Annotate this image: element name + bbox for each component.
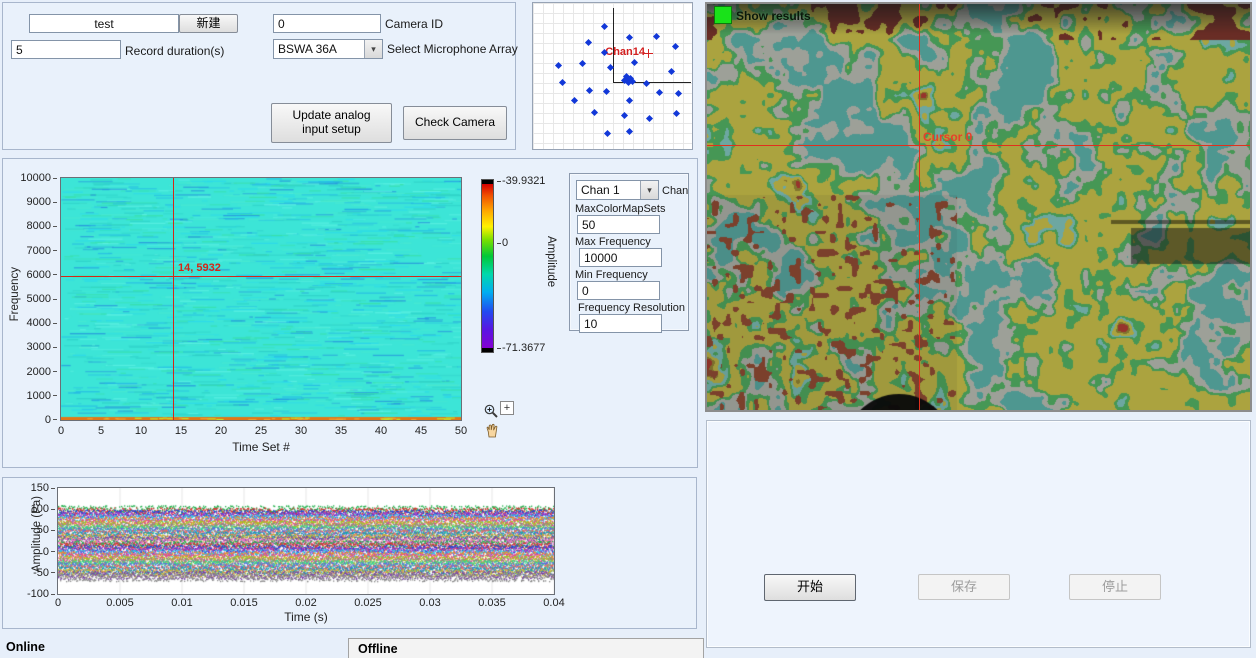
record-duration-input[interactable]	[11, 40, 121, 59]
mic-point	[667, 67, 674, 74]
colorbar-amplitude-label: Amplitude	[545, 236, 557, 287]
mic-point	[625, 127, 632, 134]
waveform-canvas	[58, 488, 554, 594]
channel-select-value: Chan 1	[577, 183, 640, 197]
waveform-y-ticks: 150100500-50-100	[15, 482, 55, 600]
show-results-led[interactable]	[714, 6, 732, 24]
frequency-resolution-input[interactable]	[579, 314, 662, 333]
zoom-tool-icon[interactable]	[483, 403, 499, 419]
mic-point	[674, 89, 681, 96]
mic-point	[585, 86, 592, 93]
maxcolormapsets-label: MaxColorMapSets	[575, 203, 665, 215]
tab-offline-label: Offline	[358, 642, 398, 656]
maxcolormapsets-input[interactable]	[577, 215, 660, 234]
colorbar-gradient	[482, 184, 493, 348]
min-frequency-input[interactable]	[577, 281, 660, 300]
mic-point	[671, 42, 678, 49]
mic-point	[630, 58, 637, 65]
mic-array-plot: Chan14	[532, 2, 693, 150]
spectrogram-cursor-label: 14, 5932	[178, 262, 221, 274]
tab-online[interactable]: Online	[6, 640, 45, 654]
spectrogram-panel: Frequency 100009000800070006000500040003…	[2, 158, 698, 468]
mic-point	[672, 109, 679, 116]
mic-point	[554, 61, 561, 68]
spectrogram-cursor-hline[interactable]	[61, 276, 461, 277]
waveform-panel: Amplitude (Pa) 150100500-50-100 00.0050.…	[2, 477, 697, 629]
camera-id-label: Camera ID	[385, 17, 443, 31]
chevron-down-icon[interactable]: ▾	[640, 181, 658, 199]
camera-cursor-vline[interactable]	[919, 4, 920, 410]
max-frequency-label: Max Frequency	[575, 236, 651, 248]
project-name-input[interactable]	[29, 14, 179, 33]
record-duration-label: Record duration(s)	[125, 44, 224, 58]
mic-point	[655, 88, 662, 95]
amplitude-colorbar	[481, 179, 494, 353]
camera-image-panel[interactable]: Cursor 0 Show results	[705, 2, 1252, 412]
mic-point	[645, 114, 652, 121]
max-frequency-input[interactable]	[579, 248, 662, 267]
mic-channel-label: Chan14	[605, 46, 645, 58]
min-frequency-label: Min Frequency	[575, 269, 648, 281]
waveform-x-ticks: 00.0050.010.0150.020.0250.030.0350.04	[44, 597, 568, 610]
new-project-button[interactable]: 新建	[179, 14, 238, 33]
mic-point	[590, 108, 597, 115]
colorbar-mid-label: 0	[497, 237, 508, 249]
show-results-label: Show results	[736, 9, 811, 23]
spectrogram-xlabel: Time Set #	[228, 440, 294, 454]
mic-point	[603, 129, 610, 136]
mic-point	[578, 59, 585, 66]
stop-button[interactable]: 停止	[1069, 574, 1161, 600]
check-camera-button[interactable]: Check Camera	[403, 106, 507, 140]
spectrogram-cursor-vline[interactable]	[173, 178, 174, 420]
camera-cursor-hline[interactable]	[707, 145, 1250, 146]
mic-point	[625, 96, 632, 103]
spectrogram-x-ticks: 05101520253035404550	[50, 425, 472, 439]
mic-array-label: Select Microphone Array	[387, 42, 518, 56]
mic-point	[602, 87, 609, 94]
mic-point	[584, 38, 591, 45]
zoom-mode-plus-icon[interactable]: +	[500, 401, 514, 415]
save-button[interactable]: 保存	[918, 574, 1010, 600]
waveform-xlabel: Time (s)	[276, 610, 336, 624]
colorbar-max-label: -39.9321	[497, 175, 545, 187]
analysis-controls-panel: Chan 1 ▾ Chan MaxColorMapSets Max Freque…	[569, 173, 689, 331]
spectrogram-plot[interactable]: 14, 5932	[60, 177, 462, 421]
colorbar-bottom-cap	[482, 348, 493, 352]
mic-array-select[interactable]: BSWA 36A ▾	[273, 39, 383, 59]
colorbar-min-label: -71.3677	[497, 342, 545, 354]
channel-label: Chan	[662, 185, 688, 197]
mic-array-select-value: BSWA 36A	[274, 42, 364, 56]
channel-select[interactable]: Chan 1 ▾	[576, 180, 659, 200]
frequency-resolution-label: Frequency Resolution	[578, 302, 685, 314]
mic-point	[642, 79, 649, 86]
spectrogram-y-ticks: 1000090008000700060005000400030002000100…	[13, 172, 57, 426]
waveform-plot	[57, 487, 555, 595]
mic-point	[652, 32, 659, 39]
mic-point	[625, 33, 632, 40]
spectrogram-canvas[interactable]	[61, 178, 461, 420]
acoustic-camera-canvas[interactable]	[707, 4, 1250, 410]
start-button[interactable]: 开始	[764, 574, 856, 601]
mic-point	[620, 111, 627, 118]
mic-point	[600, 22, 607, 29]
mic-array-y-axis	[613, 8, 614, 82]
mic-point	[558, 78, 565, 85]
tab-offline[interactable]: Offline	[348, 638, 704, 658]
setup-panel: 新建 Record duration(s) Camera ID BSWA 36A…	[2, 2, 516, 150]
update-analog-input-button[interactable]: Update analog input setup	[271, 103, 392, 143]
camera-id-input[interactable]	[273, 14, 381, 33]
mic-point	[570, 96, 577, 103]
chevron-down-icon[interactable]: ▾	[364, 40, 382, 58]
camera-cursor-label: Cursor 0	[923, 130, 972, 144]
pan-hand-icon[interactable]	[484, 423, 500, 439]
record-panel: 开始 保存 停止	[706, 420, 1251, 648]
